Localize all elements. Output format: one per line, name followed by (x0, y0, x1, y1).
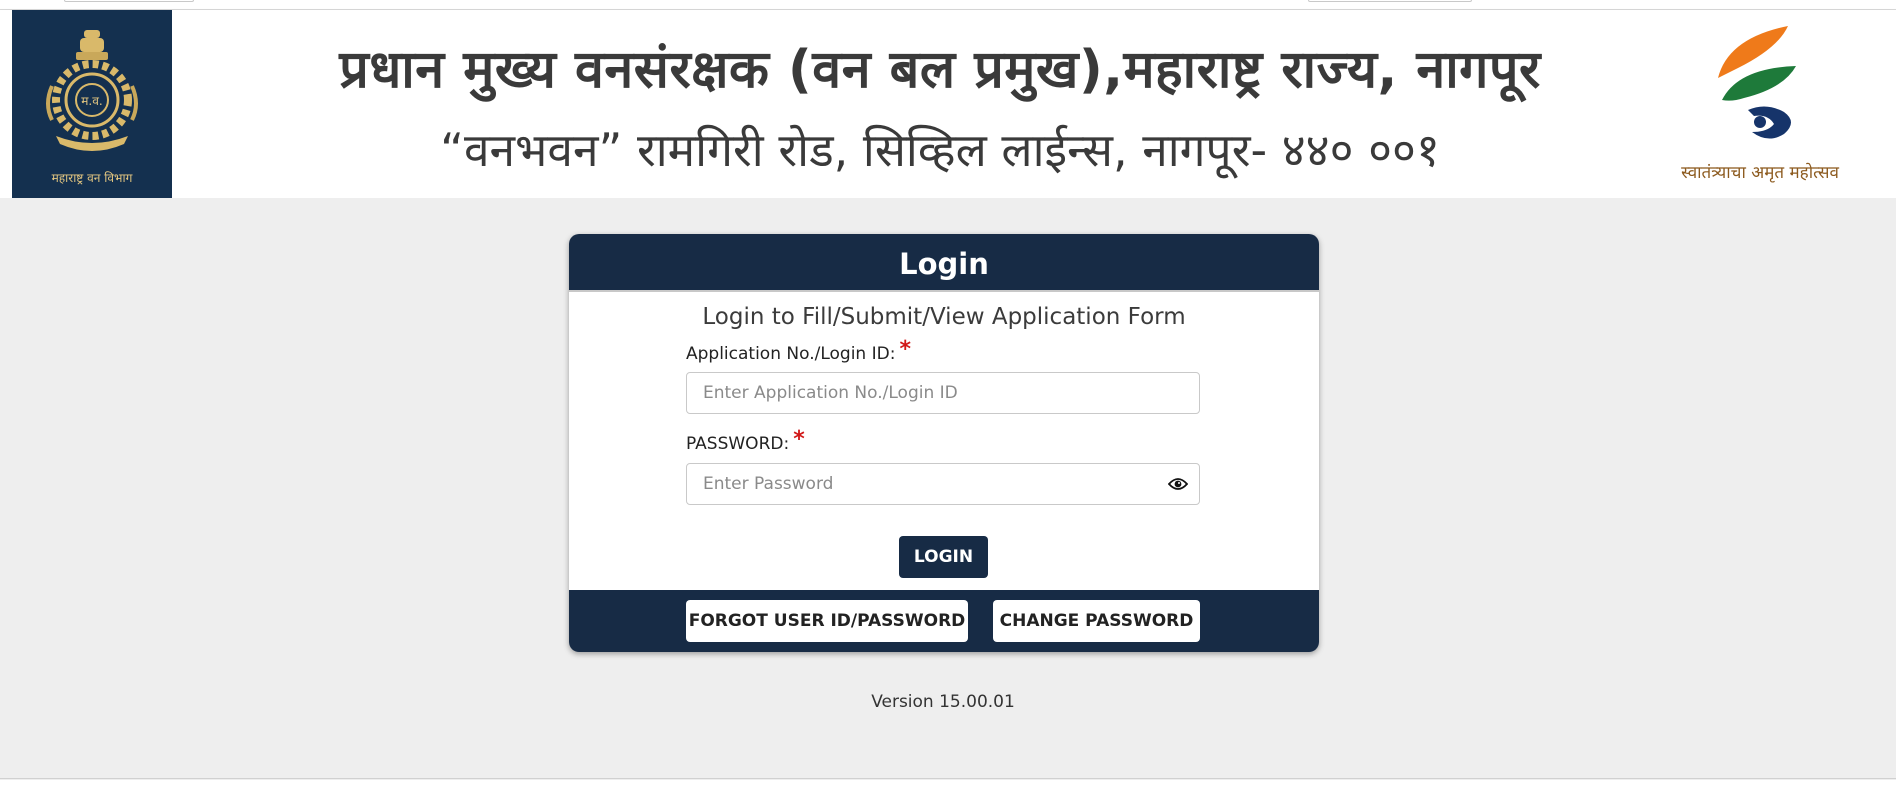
top-strip-fragment (1308, 0, 1472, 2)
forgot-credentials-button[interactable]: FORGOT USER ID/PASSWORD (686, 600, 968, 642)
amrit-mahotsav-logo: स्वातंत्र्याचा अमृत महोत्सव (1660, 18, 1860, 193)
top-strip-fragment (64, 0, 194, 2)
emblem-icon: म.व. (46, 30, 138, 151)
version-text: Version 15.00.01 (871, 692, 1015, 712)
header-banner: म.व. महाराष्ट्र वन विभाग प्रधान मुख्य वन… (0, 10, 1896, 198)
password-visibility-toggle[interactable] (1165, 473, 1191, 495)
login-card: Login Login to Fill/Submit/View Applicat… (569, 234, 1319, 652)
top-strip (0, 0, 1896, 10)
amrit-mahotsav-icon (1718, 26, 1796, 139)
login-card-title: Login (569, 234, 1319, 292)
login-card-subtitle: Login to Fill/Submit/View Application Fo… (702, 304, 1186, 330)
password-label-text: PASSWORD: (686, 434, 790, 454)
login-id-label: Application No./Login ID: * (686, 337, 911, 365)
left-logo-caption: महाराष्ट्र वन विभाग (51, 171, 133, 185)
login-button[interactable]: LOGIN (899, 536, 988, 578)
login-card-footer: FORGOT USER ID/PASSWORD CHANGE PASSWORD (569, 590, 1319, 652)
right-logo-caption: स्वातंत्र्याचा अमृत महोत्सव (1681, 163, 1839, 183)
login-id-label-text: Application No./Login ID: (686, 344, 896, 364)
password-input[interactable] (686, 463, 1200, 505)
banner-subtitle: “वनभवन” रामगिरी रोड, सिव्हिल लाईन्स, नाग… (440, 123, 1440, 177)
password-label: PASSWORD: * (686, 427, 805, 455)
login-id-input[interactable] (686, 372, 1200, 414)
eye-icon (1168, 478, 1188, 490)
banner-title: प्रधान मुख्य वनसंरक्षक (वन बल प्रमुख),मह… (339, 40, 1541, 100)
required-marker: * (793, 427, 805, 452)
main-content: Login Login to Fill/Submit/View Applicat… (0, 198, 1896, 780)
forest-department-logo: म.व. महाराष्ट्र वन विभाग (12, 10, 172, 198)
change-password-button[interactable]: CHANGE PASSWORD (993, 600, 1200, 642)
bottom-divider (0, 778, 1896, 779)
required-marker: * (899, 337, 911, 362)
svg-text:म.व.: म.व. (81, 94, 102, 108)
page: म.व. महाराष्ट्र वन विभाग प्रधान मुख्य वन… (0, 0, 1896, 785)
